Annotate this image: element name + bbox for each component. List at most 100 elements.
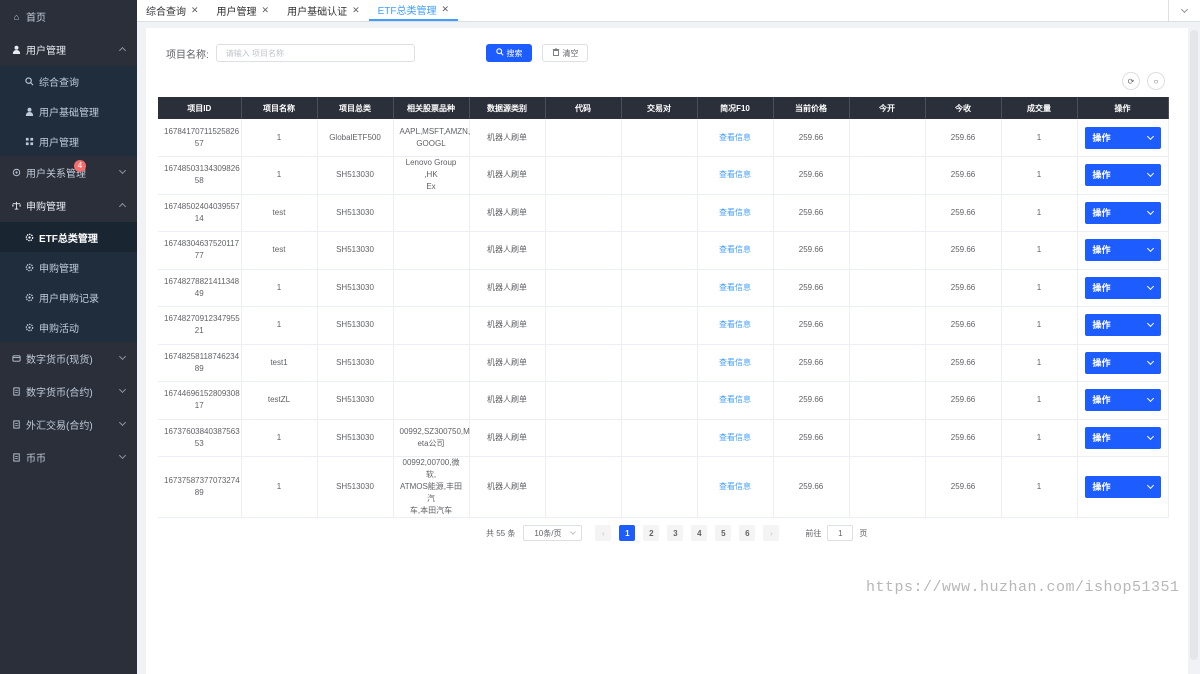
- trash-icon: [552, 48, 560, 58]
- close-icon[interactable]: ✕: [442, 4, 450, 15]
- cell-actions: 操作: [1077, 119, 1169, 157]
- cell-close: 259.66: [925, 456, 1002, 518]
- sidebar-item-label: 数字货币(现货): [26, 355, 93, 366]
- action-dropdown-button[interactable]: 操作: [1084, 351, 1161, 374]
- cell-f10[interactable]: 查看信息: [697, 231, 774, 270]
- cell-f10[interactable]: 查看信息: [697, 344, 774, 382]
- tab-dropdown-button[interactable]: [1168, 0, 1200, 22]
- action-dropdown-button[interactable]: 操作: [1084, 389, 1161, 412]
- sidebar-item-subscribe-mgmt[interactable]: 申购管理: [0, 252, 137, 282]
- tab-bar: 综合查询 ✕ 用户管理 ✕ 用户基础认证 ✕ ETF总类管理 ✕: [137, 0, 1200, 22]
- sidebar-item-etf-mgmt[interactable]: ETF总类管理: [0, 222, 137, 252]
- sidebar-item-forex[interactable]: 外汇交易(合约): [0, 408, 137, 441]
- document-icon: [11, 386, 22, 397]
- cell-f10[interactable]: 查看信息: [697, 381, 774, 420]
- table-header-col-volume: 成交量: [1001, 97, 1078, 119]
- user-icon: [11, 44, 22, 55]
- cell-related-stocks: 00992,00700,微软, ATMOS能源,丰田汽 车,本田汽车: [393, 456, 470, 518]
- page-size-select[interactable]: 10条/页: [523, 525, 583, 541]
- action-dropdown-button[interactable]: 操作: [1084, 476, 1161, 498]
- action-dropdown-button[interactable]: 操作: [1084, 314, 1161, 337]
- cell-f10[interactable]: 查看信息: [697, 269, 774, 307]
- prev-page-button[interactable]: ‹: [595, 525, 612, 541]
- cell-current-price: 259.66: [773, 456, 850, 518]
- page-button-2[interactable]: 2: [643, 525, 660, 541]
- cell-close: 259.66: [925, 231, 1002, 270]
- sidebar-item-subscribe-records[interactable]: 用户申购记录: [0, 282, 137, 312]
- cell-open: [849, 456, 926, 518]
- tab-comprehensive-query[interactable]: 综合查询 ✕: [137, 0, 208, 21]
- toggle-search-button[interactable]: ○: [1147, 72, 1165, 90]
- sidebar-item-user-relation[interactable]: 用户关系管理 4: [0, 156, 137, 189]
- action-label: 操作: [1092, 395, 1111, 406]
- cell-data-source: 机器人刷单: [469, 269, 546, 307]
- close-icon[interactable]: ✕: [352, 5, 360, 16]
- cell-project-id: 16748502404039557 14: [158, 194, 242, 232]
- cell-project-id: 16737603840387563 53: [158, 419, 242, 457]
- action-dropdown-button[interactable]: 操作: [1084, 239, 1161, 262]
- sidebar: ⌂ 首页 用户管理 综合查询 用户基础管理 用户管理 用户关系管理 4 申购管理…: [0, 0, 137, 674]
- sidebar-item-home[interactable]: ⌂ 首页: [0, 0, 137, 33]
- cell-project-id: 16748304637520117 77: [158, 231, 242, 270]
- gear-icon: [24, 232, 35, 243]
- cell-volume: 1: [1001, 231, 1078, 270]
- cell-f10[interactable]: 查看信息: [697, 156, 774, 195]
- sidebar-item-digital-spot[interactable]: 数字货币(现货): [0, 342, 137, 375]
- cell-data-source: 机器人刷单: [469, 194, 546, 232]
- page-button-3[interactable]: 3: [667, 525, 684, 541]
- sidebar-item-subscribe[interactable]: 申购管理: [0, 189, 137, 222]
- home-icon: ⌂: [13, 11, 20, 22]
- sidebar-item-user-basic[interactable]: 用户基础管理: [0, 96, 137, 126]
- clear-button[interactable]: 清空: [542, 44, 588, 62]
- cell-project-id: 16748503134309826 58: [158, 156, 242, 195]
- close-icon[interactable]: ✕: [191, 5, 199, 16]
- project-name-input[interactable]: [215, 44, 415, 62]
- sidebar-submenu-subscribe: ETF总类管理 申购管理 用户申购记录 申购活动: [0, 222, 137, 342]
- table-header-col-project-name: 项目名称: [241, 97, 318, 119]
- cell-project-id: 16784170711525826 57: [158, 119, 242, 157]
- sidebar-item-user-mgmt[interactable]: 用户管理: [0, 33, 137, 66]
- action-dropdown-button[interactable]: 操作: [1084, 164, 1161, 187]
- tab-user-basic-auth[interactable]: 用户基础认证 ✕: [278, 0, 369, 21]
- sidebar-item-coin[interactable]: 币币: [0, 441, 137, 474]
- refresh-button[interactable]: ⟳: [1122, 72, 1140, 90]
- table-row: 16748278821411348 49 1 SH513030 机器人刷单 查看信息 259…: [158, 269, 1169, 307]
- page-button-5[interactable]: 5: [715, 525, 732, 541]
- cell-f10[interactable]: 查看信息: [697, 419, 774, 457]
- cell-actions: 操作: [1077, 344, 1169, 382]
- gear-icon: [24, 322, 35, 333]
- scrollbar-thumb[interactable]: [1190, 30, 1198, 660]
- chevron-down-icon: [1146, 132, 1154, 140]
- cell-project-name: test1: [241, 344, 318, 382]
- cell-f10[interactable]: 查看信息: [697, 119, 774, 157]
- sidebar-item-label: 用户管理: [39, 137, 79, 149]
- cell-trading-pair: [621, 119, 698, 157]
- sidebar-item-user-manage[interactable]: 用户管理: [0, 126, 137, 156]
- cell-volume: 1: [1001, 344, 1078, 382]
- close-icon[interactable]: ✕: [262, 5, 270, 16]
- search-button[interactable]: 搜索: [486, 44, 532, 62]
- cell-f10[interactable]: 查看信息: [697, 306, 774, 345]
- table-body: 16784170711525826 57 1 GlobalETF500 AAPL,MSF…: [158, 119, 1169, 518]
- page-button-1[interactable]: 1: [619, 525, 636, 541]
- sidebar-item-comprehensive-query[interactable]: 综合查询: [0, 66, 137, 96]
- cell-f10[interactable]: 查看信息: [697, 194, 774, 232]
- cell-f10[interactable]: 查看信息: [697, 456, 774, 518]
- next-page-button[interactable]: ›: [763, 525, 780, 541]
- chevron-down-icon: [570, 529, 577, 535]
- sidebar-item-digital-contract[interactable]: 数字货币(合约): [0, 375, 137, 408]
- page-button-6[interactable]: 6: [739, 525, 756, 541]
- page-button-4[interactable]: 4: [691, 525, 708, 541]
- goto-page-input[interactable]: [827, 525, 854, 541]
- action-dropdown-button[interactable]: 操作: [1084, 276, 1161, 299]
- action-dropdown-button[interactable]: 操作: [1084, 126, 1161, 149]
- chevron-down-icon: [1146, 320, 1154, 328]
- cell-current-price: 259.66: [773, 156, 850, 195]
- tab-user-mgmt[interactable]: 用户管理 ✕: [208, 0, 279, 21]
- action-dropdown-button[interactable]: 操作: [1084, 426, 1161, 449]
- sidebar-item-subscribe-activity[interactable]: 申购活动: [0, 312, 137, 342]
- chevron-down-icon: [1146, 432, 1154, 440]
- tab-etf-mgmt[interactable]: ETF总类管理 ✕: [368, 0, 459, 21]
- action-dropdown-button[interactable]: 操作: [1084, 201, 1161, 224]
- page-scrollbar[interactable]: [1188, 22, 1200, 674]
